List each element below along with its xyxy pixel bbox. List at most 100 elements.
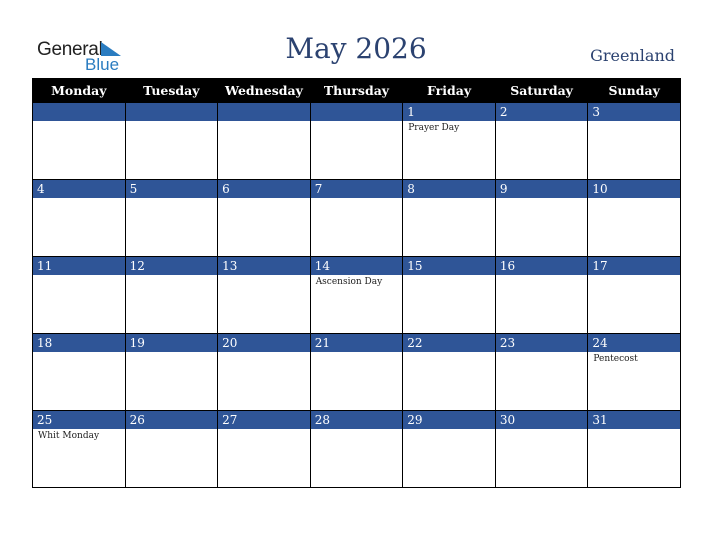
holiday-label	[588, 121, 680, 123]
day-cell[interactable]: 18	[32, 333, 126, 411]
holiday-label	[126, 352, 218, 354]
day-number: 2	[495, 103, 588, 121]
holiday-label: Pentecost	[593, 354, 638, 364]
day-number: 24	[588, 334, 680, 352]
day-number: 1	[403, 103, 495, 121]
holiday-label: Ascension Day	[315, 277, 383, 287]
day-cell[interactable]: 30	[494, 410, 589, 488]
holiday-label	[218, 429, 310, 431]
day-number: 21	[310, 334, 403, 352]
day-number: 12	[125, 257, 218, 275]
day-cell[interactable]: 4	[32, 179, 126, 257]
holiday-label	[403, 352, 495, 354]
week-row: 1 Prayer Day 2 3	[32, 102, 681, 180]
holiday-label	[311, 198, 403, 200]
day-cell[interactable]: 7	[309, 179, 404, 257]
day-cell[interactable]: 5	[124, 179, 219, 257]
country-label: Greenland	[590, 46, 675, 65]
day-number: 28	[310, 411, 403, 429]
day-cell[interactable]	[217, 102, 311, 180]
day-cell[interactable]: 14 Ascension Day	[309, 256, 404, 334]
day-cell[interactable]: 1 Prayer Day	[402, 102, 496, 180]
day-number	[125, 103, 218, 121]
day-number: 27	[218, 411, 310, 429]
day-cell[interactable]: 17	[587, 256, 681, 334]
holiday-label	[311, 429, 403, 431]
day-cell[interactable]: 29	[402, 410, 496, 488]
holiday-label	[311, 121, 403, 123]
day-number: 6	[218, 180, 310, 198]
day-number	[218, 103, 310, 121]
day-number: 14	[310, 257, 403, 275]
weekday-header: Friday	[402, 78, 496, 103]
holiday-label: Prayer Day	[408, 123, 460, 133]
day-number: 19	[125, 334, 218, 352]
day-number: 8	[403, 180, 495, 198]
holiday-label	[588, 429, 680, 431]
holiday-label	[218, 275, 310, 277]
day-cell[interactable]: 15	[402, 256, 496, 334]
holiday-label	[33, 275, 125, 277]
holiday-label	[588, 275, 680, 277]
day-cell[interactable]: 25 Whit Monday	[32, 410, 126, 488]
holiday-label	[218, 198, 310, 200]
day-cell[interactable]: 31	[587, 410, 681, 488]
holiday-label	[496, 198, 588, 200]
holiday-label	[496, 275, 588, 277]
day-cell[interactable]: 2	[494, 102, 589, 180]
day-number: 23	[495, 334, 588, 352]
day-cell[interactable]: 19	[124, 333, 219, 411]
day-number: 16	[495, 257, 588, 275]
day-cell[interactable]: 13	[217, 256, 311, 334]
day-number	[33, 103, 125, 121]
holiday-label	[126, 429, 218, 431]
day-number: 5	[125, 180, 218, 198]
day-cell[interactable]: 3	[587, 102, 681, 180]
day-number: 4	[33, 180, 125, 198]
day-number: 30	[495, 411, 588, 429]
holiday-label	[126, 275, 218, 277]
day-cell[interactable]: 24 Pentecost	[587, 333, 681, 411]
day-cell[interactable]	[124, 102, 219, 180]
week-row: 25 Whit Monday 26 27 28 29 30 31	[32, 410, 681, 488]
holiday-label	[126, 121, 218, 123]
day-cell[interactable]: 8	[402, 179, 496, 257]
day-number: 13	[218, 257, 310, 275]
day-number: 18	[33, 334, 125, 352]
holiday-label	[33, 352, 125, 354]
day-number: 10	[588, 180, 680, 198]
weekday-header: Tuesday	[124, 78, 219, 103]
day-number: 22	[403, 334, 495, 352]
day-cell[interactable]: 11	[32, 256, 126, 334]
holiday-label	[496, 429, 588, 431]
day-cell[interactable]: 10	[587, 179, 681, 257]
day-cell[interactable]: 6	[217, 179, 311, 257]
day-cell[interactable]: 12	[124, 256, 219, 334]
day-cell[interactable]: 28	[309, 410, 404, 488]
day-number: 25	[33, 411, 125, 429]
day-number: 15	[403, 257, 495, 275]
holiday-label: Whit Monday	[38, 431, 100, 441]
weekday-header: Monday	[32, 78, 126, 103]
day-cell[interactable]: 26	[124, 410, 219, 488]
holiday-label	[218, 352, 310, 354]
day-cell[interactable]: 23	[494, 333, 589, 411]
holiday-label	[33, 198, 125, 200]
day-cell[interactable]	[32, 102, 126, 180]
day-number: 17	[588, 257, 680, 275]
holiday-label	[403, 198, 495, 200]
day-cell[interactable]: 27	[217, 410, 311, 488]
day-cell[interactable]: 22	[402, 333, 496, 411]
day-cell[interactable]: 16	[494, 256, 589, 334]
holiday-label	[496, 352, 588, 354]
day-cell[interactable]: 21	[309, 333, 404, 411]
day-cell[interactable]: 20	[217, 333, 311, 411]
day-number: 29	[403, 411, 495, 429]
day-cell[interactable]: 9	[494, 179, 589, 257]
holiday-label	[588, 198, 680, 200]
holiday-label	[496, 121, 588, 123]
week-row: 11 12 13 14 Ascension Day 15 16 17	[32, 256, 681, 334]
day-cell[interactable]	[309, 102, 404, 180]
weekday-header: Saturday	[494, 78, 589, 103]
day-number: 11	[33, 257, 125, 275]
